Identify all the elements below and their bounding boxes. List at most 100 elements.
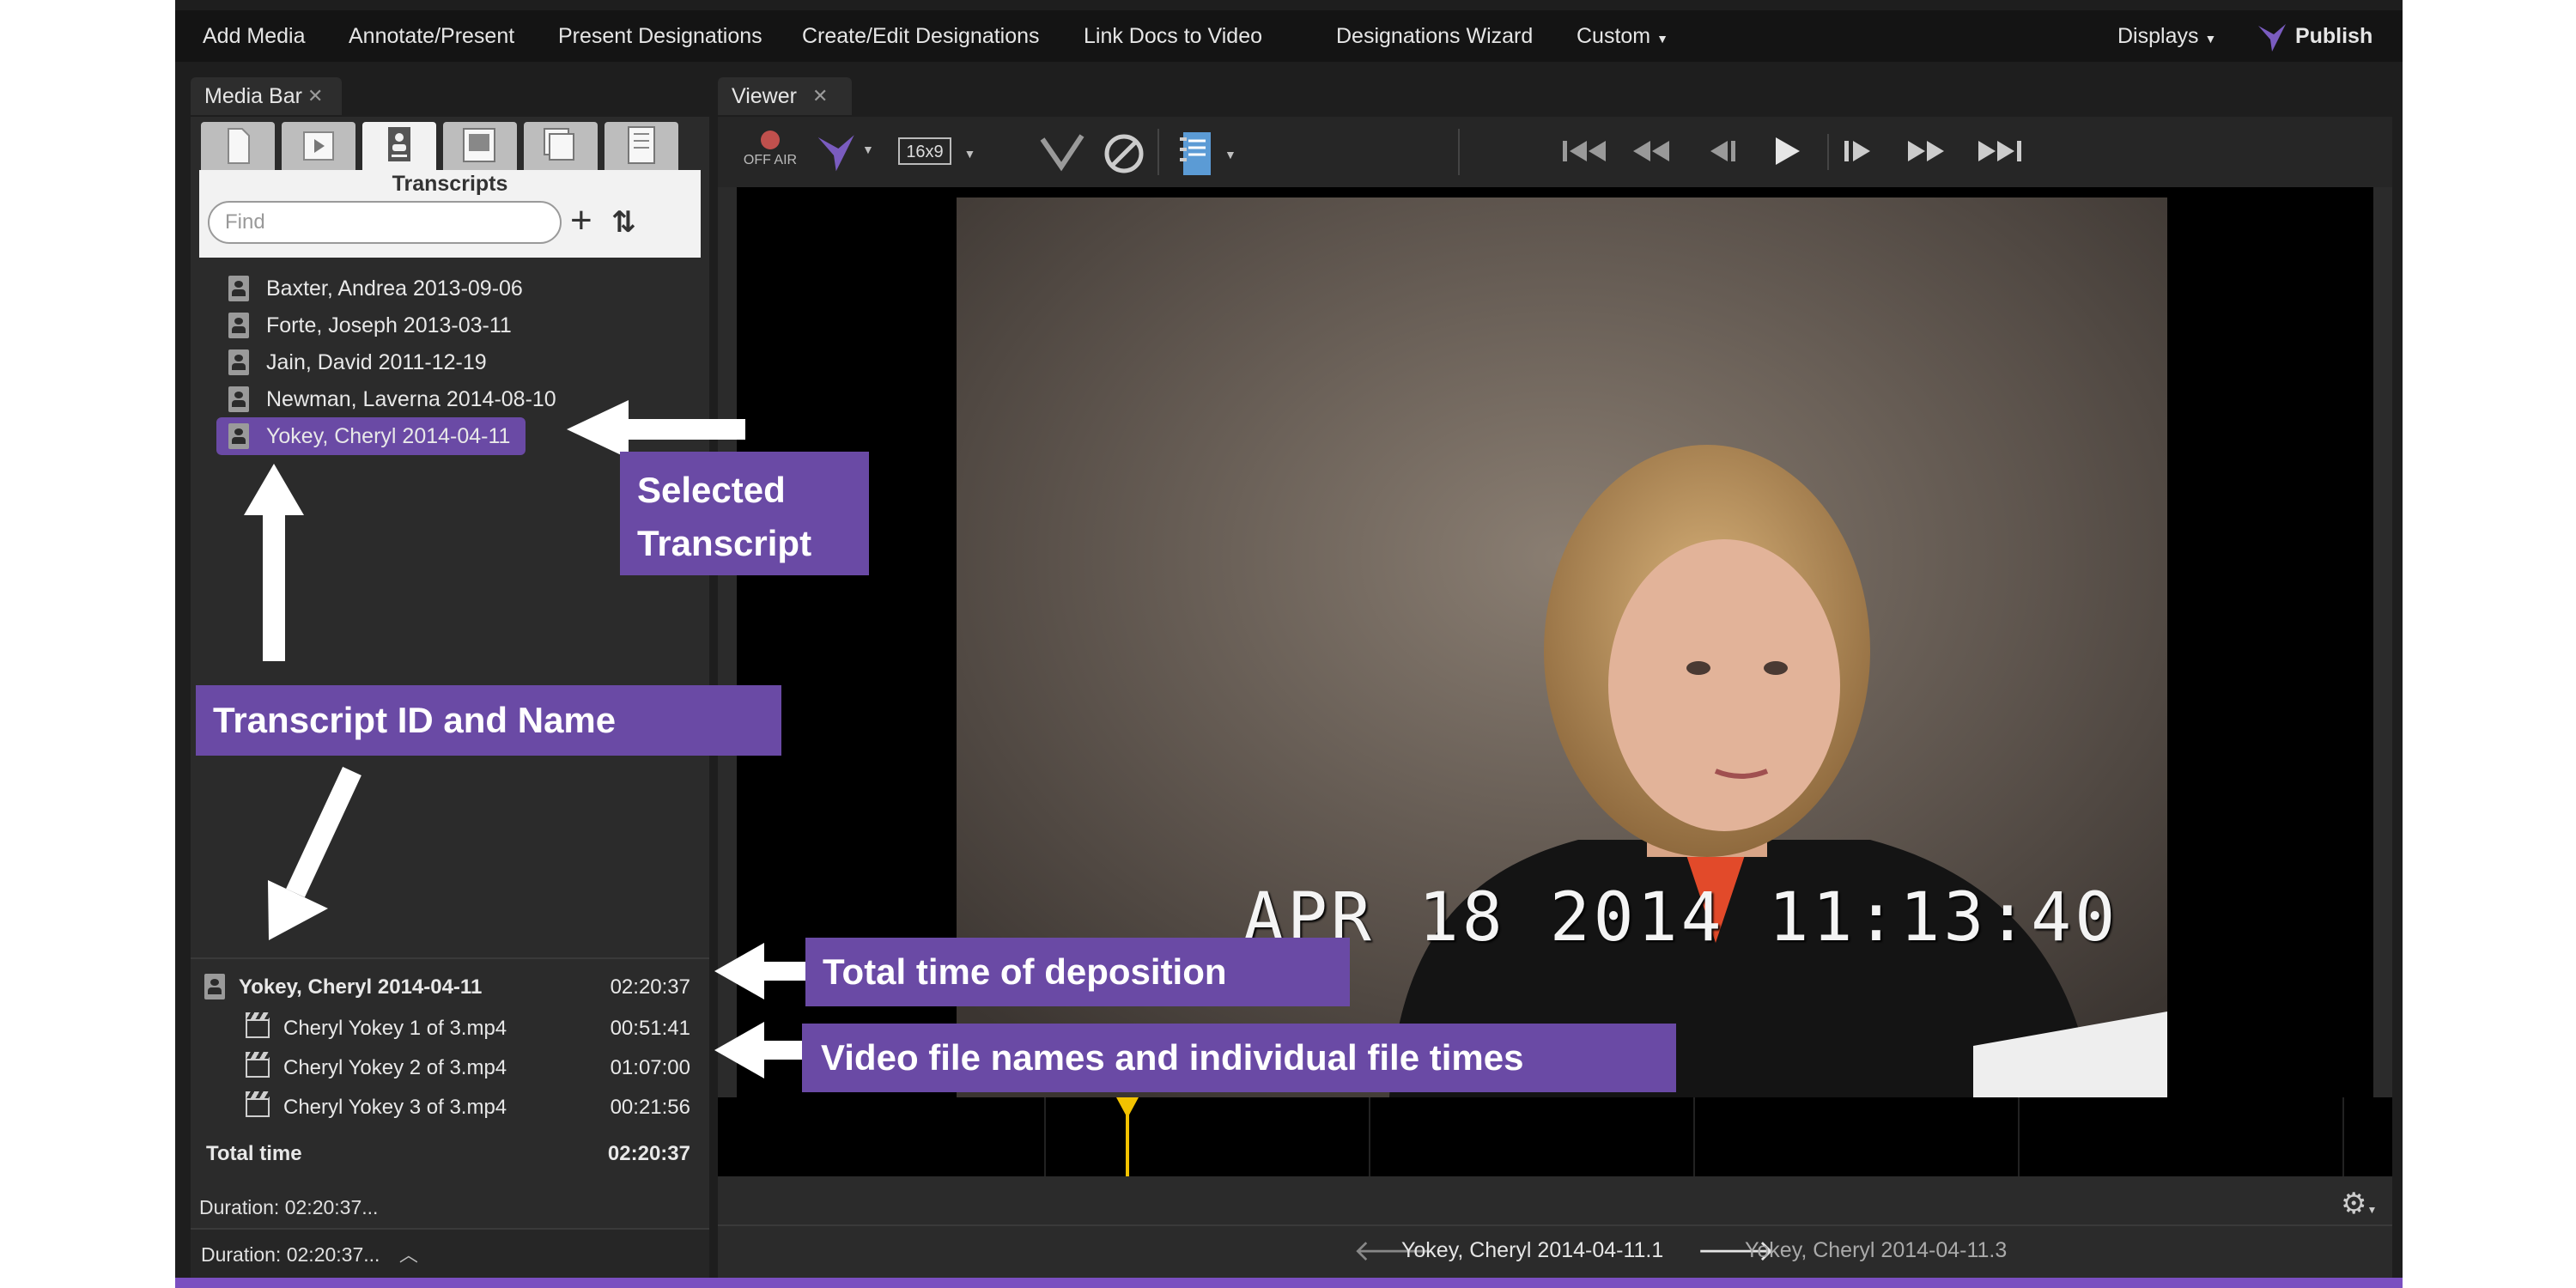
chevron-up-icon[interactable]: ︿ [399,1244,418,1266]
video-file-row[interactable]: Cheryl Yokey 1 of 3.mp4 00:51:41 [191,1009,709,1048]
stack-icon [544,128,574,161]
category-tab-video[interactable] [282,122,355,170]
annotation-video-files: Video file names and individual file tim… [802,1024,1676,1092]
bottom-accent-bar [175,1278,2403,1288]
transcript-icon [228,386,249,412]
notebook-icon [628,126,655,164]
notebook-dropdown[interactable]: ▼ [1178,131,1236,181]
checkmark-button[interactable] [1039,132,1085,176]
category-tab-notebooks[interactable] [605,122,678,170]
detail-total-time: 02:20:37 [610,975,690,999]
transcript-icon [228,423,249,449]
aspect-ratio-dropdown[interactable]: 16x9 ▼ [898,137,975,165]
menu-add-media[interactable]: Add Media [203,10,306,62]
annotation-line: Selected [637,470,786,510]
transcript-item[interactable]: Forte, Joseph 2013-03-11 [216,307,527,344]
toolbar-divider [1157,129,1159,175]
document-icon [228,128,250,164]
step-forward-button[interactable] [1838,134,1879,173]
transcript-item[interactable]: Newman, Laverna 2014-08-10 [216,380,572,418]
publish-button[interactable]: Publish [2257,10,2372,62]
rewind-button[interactable] [1628,134,1673,173]
off-air-label: OFF AIR [743,153,798,167]
add-icon[interactable]: + [570,199,592,242]
timeline-tick [2018,1097,2020,1176]
detail-header[interactable]: Yokey, Cheryl 2014-04-11 02:20:37 [191,968,709,1007]
video-file-row[interactable]: Cheryl Yokey 2 of 3.mp4 01:07:00 [191,1048,709,1088]
video-file-name: Cheryl Yokey 3 of 3.mp4 [283,1096,507,1119]
off-air-button[interactable]: OFF AIR [740,125,800,180]
caret-down-icon: ▼ [1656,32,1668,46]
caret-down-icon: ▼ [1224,148,1236,161]
category-tab-documents[interactable] [201,122,275,170]
skip-to-start-button[interactable] [1559,134,1611,173]
video-file-time: 00:51:41 [610,1017,690,1040]
video-file-time: 00:21:56 [610,1096,690,1119]
timeline-tick [2342,1097,2344,1176]
exhibit-icon [463,128,495,162]
media-bar-tab-label: Media Bar [204,84,302,108]
timeline-tick [1044,1097,1046,1176]
find-input[interactable] [208,201,562,244]
tab-media-bar[interactable]: Media Bar ✕ [191,77,342,115]
toolbar-divider [1827,134,1829,170]
detail-transcript-name: Yokey, Cheryl 2014-04-11 [239,975,483,999]
menu-custom[interactable]: Custom ▼ [1577,10,1668,62]
transcripts-search-area: Transcripts + ⇅ [199,170,701,258]
skip-end-icon [1978,141,2021,161]
transcript-item[interactable]: Jain, David 2011-12-19 [216,343,502,381]
transcript-icon [388,127,410,161]
category-tab-collections[interactable] [524,122,598,170]
transcript-icon [228,276,249,301]
skip-to-end-button[interactable] [1973,134,2025,173]
close-icon[interactable]: ✕ [307,77,323,115]
prohibited-icon [1104,134,1144,173]
transcript-item[interactable]: Baxter, Andrea 2013-09-06 [216,270,538,307]
menu-create-edit-designations[interactable]: Create/Edit Designations [802,10,1040,62]
publish-label: Publish [2294,24,2373,48]
toolbar-divider [1458,129,1460,175]
step-back-button[interactable] [1702,134,1743,173]
transcript-label: Jain, David 2011-12-19 [266,350,487,374]
caret-down-icon: ▼ [2204,32,2217,46]
menu-present-designations[interactable]: Present Designations [558,10,762,62]
transcript-item-selected[interactable]: Yokey, Cheryl 2014-04-11 [216,417,526,455]
menu-link-docs-to-video[interactable]: Link Docs to Video [1084,10,1262,62]
total-time-row: Total time 02:20:37 [191,1134,709,1174]
transcript-icon [228,313,249,338]
timeline[interactable] [718,1097,2392,1176]
aspect-ratio-label: 16x9 [898,137,951,165]
play-button[interactable] [1765,131,1807,176]
category-tab-exhibits[interactable] [443,122,517,170]
video-timestamp: APR 18 2014 11:13:40 [1243,879,2119,957]
tab-viewer[interactable]: Viewer ✕ [718,77,852,115]
timeline-tick [1369,1097,1370,1176]
fast-forward-button[interactable] [1905,134,1949,173]
duration-bar-text: Duration: 02:20:37... [201,1243,380,1266]
hummingbird-icon [817,135,854,172]
duration-text: Duration: 02:20:37... [199,1196,379,1218]
transcript-icon [204,974,225,999]
video-file-row[interactable]: Cheryl Yokey 3 of 3.mp4 00:21:56 [191,1088,709,1127]
caret-down-icon: ▼ [2366,1204,2378,1216]
close-icon[interactable]: ✕ [812,77,828,115]
clapperboard-icon [246,1012,270,1038]
clapperboard-icon [246,1052,270,1078]
menu-bar: Add Media Annotate/Present Present Desig… [175,10,2403,62]
total-time-value: 02:20:37 [607,1142,690,1165]
transcript-label: Yokey, Cheryl 2014-04-11 [266,424,511,448]
settings-button[interactable]: ⚙▼ [2341,1187,2377,1221]
menu-annotate-present[interactable]: Annotate/Present [349,10,514,62]
skip-start-icon [1563,141,1606,161]
rewind-icon [1633,141,1669,161]
duration-bar: Duration: 02:20:37... ︿ [191,1228,709,1278]
category-tab-transcripts[interactable] [362,122,436,170]
menu-designations-wizard[interactable]: Designations Wizard [1336,10,1533,62]
hummingbird-dropdown[interactable]: ▼ [816,131,874,178]
displays-menu[interactable]: Displays ▼ [2117,10,2216,62]
gear-icon: ⚙ [2341,1188,2367,1220]
clapperboard-icon [246,1091,270,1117]
checkmark-icon [1040,134,1084,172]
clear-button[interactable] [1103,132,1145,179]
sort-icon[interactable]: ⇅ [611,201,636,244]
